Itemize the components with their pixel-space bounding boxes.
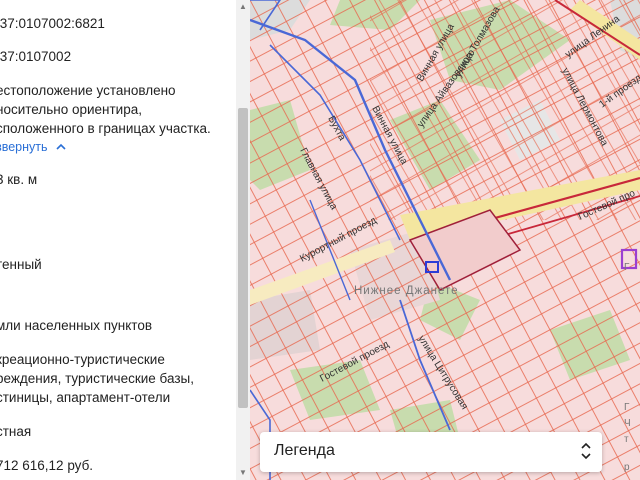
edge-letter-3: Ч <box>624 418 631 429</box>
status-value: тенный <box>0 257 42 272</box>
info-panel: :37:0107002:6821 :37:0107002 естоположен… <box>0 0 236 480</box>
chevron-up-icon <box>56 143 66 150</box>
location-line-3: сположенного в границах участка. <box>0 121 211 136</box>
legend-label: Легенда <box>274 442 335 459</box>
chevron-updown-icon[interactable] <box>578 440 594 462</box>
cadastral-map[interactable]: улица Ленина 1-й проезд улица Лермонтова… <box>250 0 640 480</box>
edge-letter-4: т <box>624 434 629 445</box>
location-line-2: носительно ориентира, <box>0 102 142 117</box>
edge-letter-5: р <box>624 462 630 473</box>
scroll-down-arrow-icon[interactable]: ▼ <box>239 468 247 477</box>
permitted-use-line-1: креационно-туристические <box>0 352 165 367</box>
collapse-link[interactable]: звернуть <box>0 138 66 157</box>
category-value: мли населенных пунктов <box>0 318 153 333</box>
location-line-1: естоположение установлено <box>0 83 176 98</box>
cadastral-number: :37:0107002:6821 <box>0 16 105 31</box>
area-value: 3 кв. м <box>0 172 38 187</box>
legend-select[interactable]: Легенда <box>260 432 602 472</box>
permitted-use-line-3: стиницы, апартамент-отели <box>0 390 171 405</box>
permitted-use-line-2: реждения, туристические базы, <box>0 371 194 386</box>
scrollbar-thumb[interactable] <box>238 108 248 408</box>
edge-letter-1: Г <box>624 262 630 273</box>
edge-letter-2: Г <box>624 402 630 413</box>
quarter-number: :37:0107002 <box>0 49 72 64</box>
ownership-value: стная <box>0 424 32 439</box>
collapse-link-label: звернуть <box>0 140 48 154</box>
place-label: Нижнее Джанете <box>354 285 459 297</box>
scroll-up-arrow-icon[interactable]: ▲ <box>239 2 247 11</box>
map-canvas[interactable]: улица Ленина 1-й проезд улица Лермонтова… <box>250 0 640 480</box>
cadastral-value: 712 616,12 руб. <box>0 458 94 473</box>
